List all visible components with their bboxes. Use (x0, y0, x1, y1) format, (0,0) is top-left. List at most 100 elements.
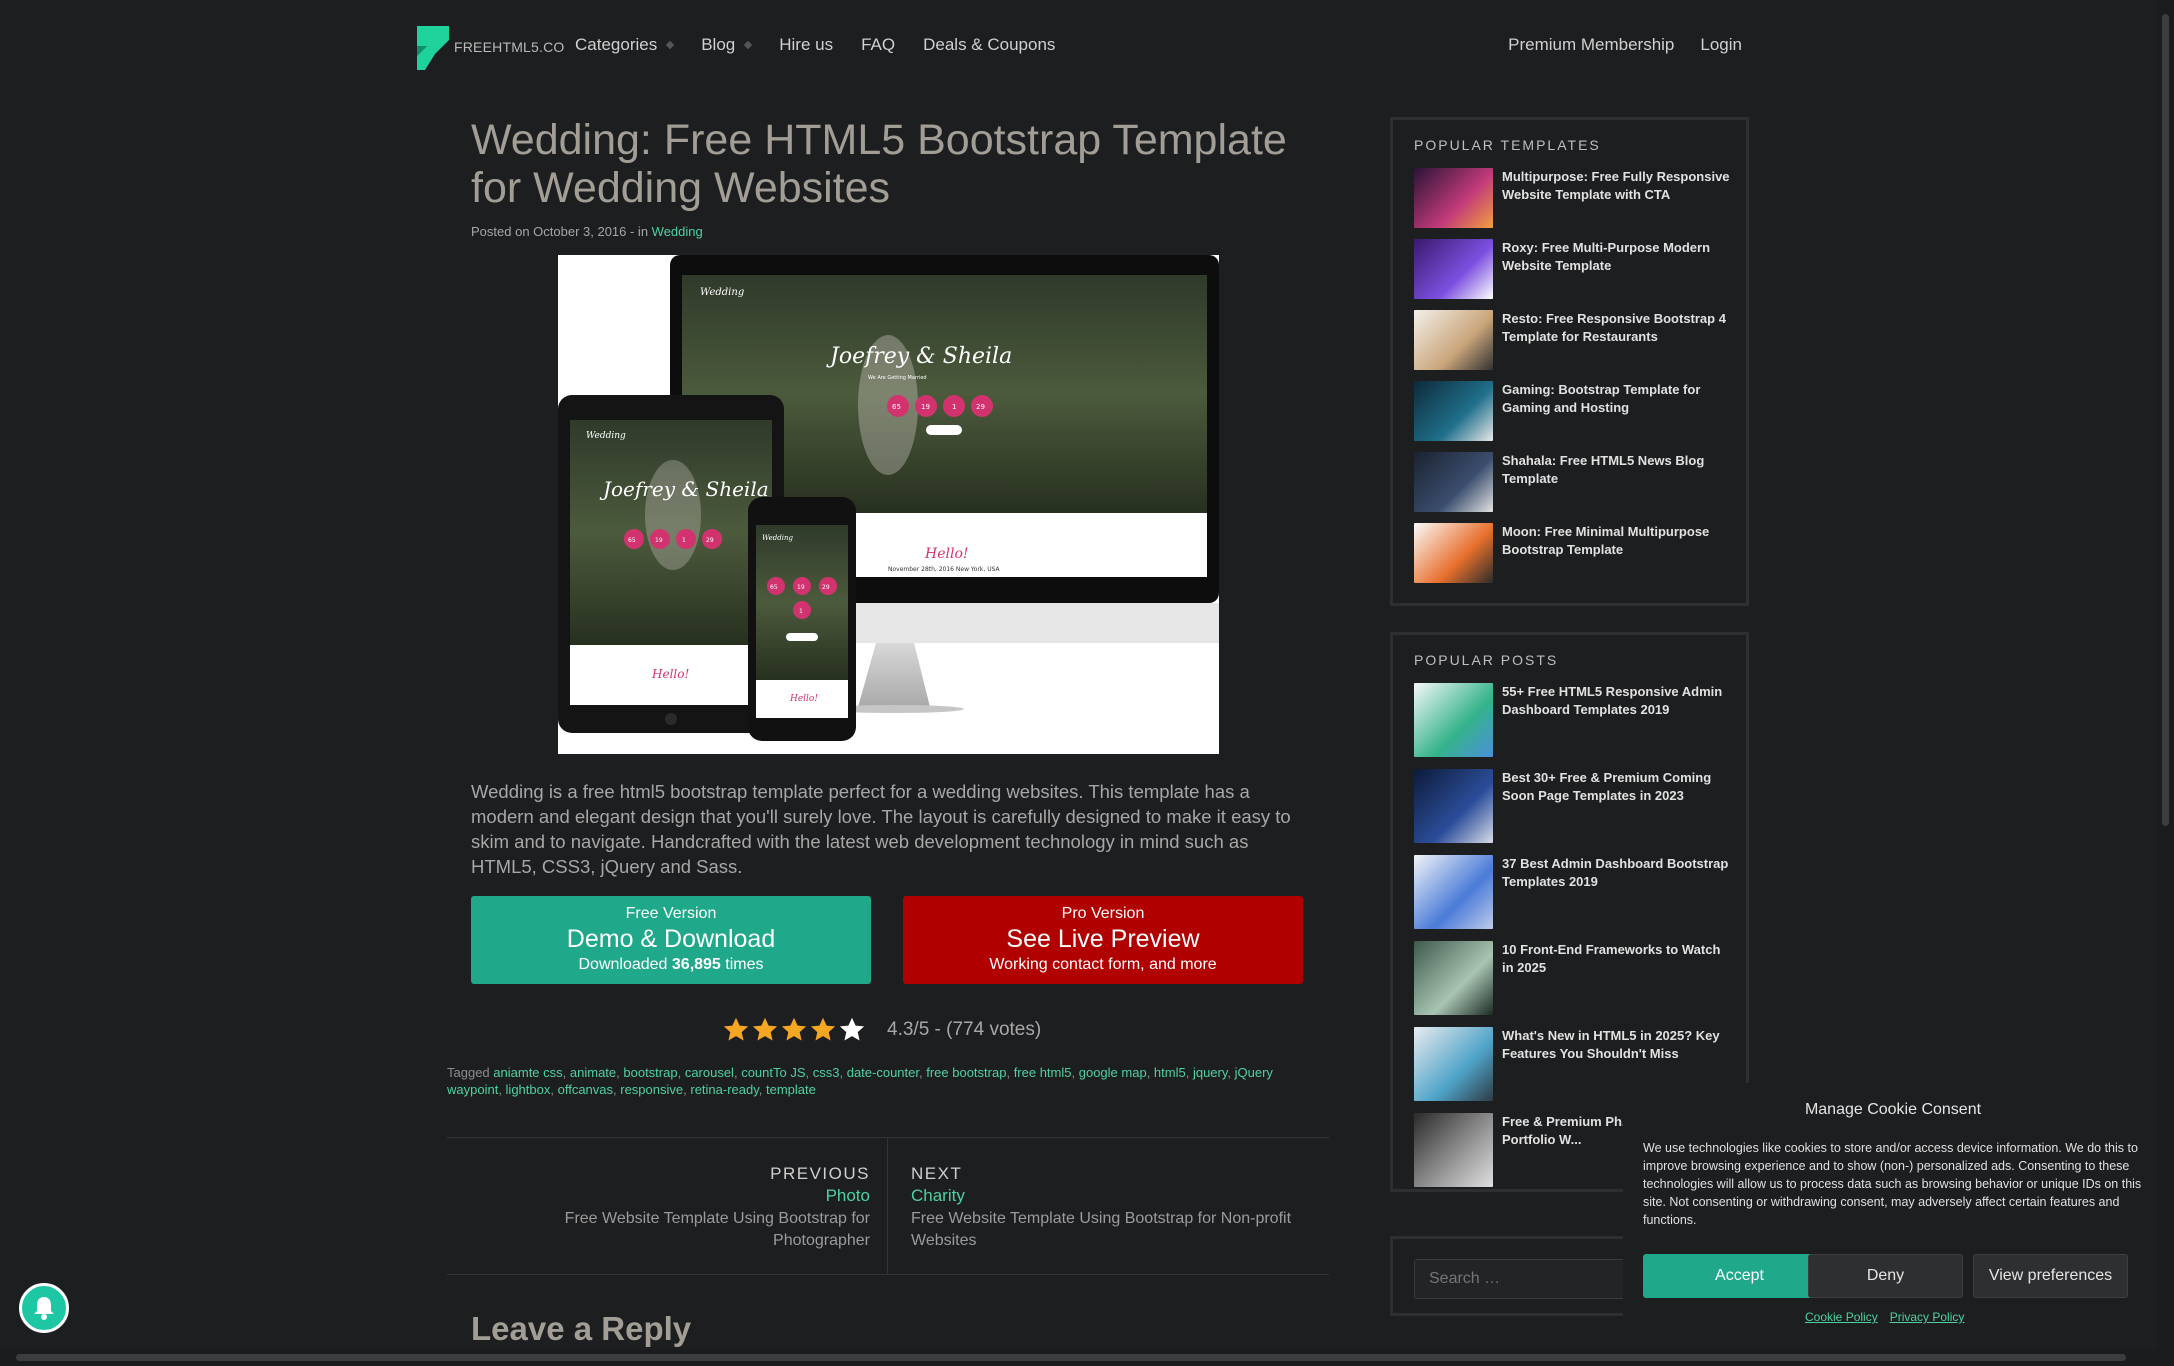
tag-link[interactable]: css3 (813, 1065, 840, 1080)
nav-label: FAQ (861, 35, 896, 54)
tag-link[interactable]: responsive (620, 1082, 683, 1097)
nav-categories[interactable]: Categories (575, 35, 675, 55)
cookie-preferences-button[interactable]: View preferences (1973, 1254, 2128, 1298)
tag-link[interactable]: google map (1079, 1065, 1147, 1080)
sidebar-list-item[interactable]: Multipurpose: Free Fully Responsive Webs… (1414, 168, 1734, 228)
nav-hire-us[interactable]: Hire us (779, 35, 833, 55)
previous-post-title[interactable]: Photo (510, 1186, 870, 1206)
sidebar-item-title[interactable]: Gaming: Bootstrap Template for Gaming an… (1502, 381, 1734, 441)
popular-templates-list: Multipurpose: Free Fully Responsive Webs… (1414, 168, 1734, 594)
next-post-link[interactable]: NEXT Charity Free Website Template Using… (911, 1164, 1311, 1252)
tag-link[interactable]: lightbox (506, 1082, 551, 1097)
template-preview-image[interactable]: Wedding Joefrey & Sheila We Are Getting … (558, 255, 1219, 754)
freehtml5-logo-icon[interactable] (417, 26, 449, 70)
download-count-line: Downloaded 36,895 times (578, 956, 764, 973)
tag-link[interactable]: template (766, 1082, 816, 1097)
thumbnail-image[interactable] (1414, 168, 1493, 228)
horizontal-scroll-thumb[interactable] (16, 1354, 2126, 1361)
thumbnail-image[interactable] (1414, 941, 1493, 1015)
thumbnail-image[interactable] (1414, 523, 1493, 583)
login-link[interactable]: Login (1700, 35, 1742, 55)
post-nav-divider (887, 1138, 888, 1275)
star-rating[interactable] (722, 1016, 867, 1044)
demo-download-button[interactable]: Free Version Demo & Download Downloaded … (471, 896, 871, 984)
post-meta: Posted on October 3, 2016 - in Wedding (471, 224, 703, 239)
vertical-scroll-thumb[interactable] (2162, 14, 2169, 826)
popular-templates-widget: POPULAR TEMPLATES Multipurpose: Free Ful… (1390, 117, 1749, 606)
svg-text:65: 65 (892, 403, 901, 411)
horizontal-scrollbar[interactable] (0, 1349, 2157, 1366)
thumbnail-image[interactable] (1414, 1113, 1493, 1187)
thumbnail-image[interactable] (1414, 769, 1493, 843)
logo-text[interactable]: FREEHTML5.CO (454, 39, 565, 55)
sidebar-list-item[interactable]: Best 30+ Free & Premium Coming Soon Page… (1414, 769, 1734, 843)
sidebar-list-item[interactable]: 10 Front-End Frameworks to Watch in 2025 (1414, 941, 1734, 1015)
post-tags: Tagged aniamte css, animate, bootstrap, … (447, 1065, 1273, 1097)
thumbnail-image[interactable] (1414, 381, 1493, 441)
tag-link[interactable]: countTo JS (741, 1065, 805, 1080)
star-icon[interactable] (838, 1016, 866, 1044)
thumbnail-image[interactable] (1414, 310, 1493, 370)
live-preview-button[interactable]: Pro Version See Live Preview Working con… (903, 896, 1303, 984)
notification-bell-button[interactable] (19, 1283, 69, 1333)
tag-link[interactable]: aniamte css (493, 1065, 562, 1080)
sidebar-list-item[interactable]: Resto: Free Responsive Bootstrap 4 Templ… (1414, 310, 1734, 370)
sidebar-item-title[interactable]: 10 Front-End Frameworks to Watch in 2025 (1502, 941, 1734, 1015)
thumbnail-image[interactable] (1414, 683, 1493, 757)
svg-text:1: 1 (952, 403, 956, 411)
tag-link[interactable]: retina-ready (690, 1082, 758, 1097)
main-nav: Categories Blog Hire us FAQ Deals & Coup… (575, 35, 1083, 55)
star-icon[interactable] (809, 1016, 837, 1044)
thumbnail-image[interactable] (1414, 239, 1493, 299)
vertical-scrollbar[interactable] (2157, 0, 2174, 1366)
tag-link[interactable]: html5 (1154, 1065, 1186, 1080)
thumbnail-image[interactable] (1414, 1027, 1493, 1101)
sidebar-list-item[interactable]: 55+ Free HTML5 Responsive Admin Dashboar… (1414, 683, 1734, 757)
sidebar-item-title[interactable]: Roxy: Free Multi-Purpose Modern Website … (1502, 239, 1734, 299)
sidebar-list-item[interactable]: Roxy: Free Multi-Purpose Modern Website … (1414, 239, 1734, 299)
cookie-policy-link[interactable]: Cookie Policy (1805, 1310, 1878, 1324)
sidebar-item-title[interactable]: 55+ Free HTML5 Responsive Admin Dashboar… (1502, 683, 1734, 757)
tag-link[interactable]: free html5 (1014, 1065, 1072, 1080)
search-input[interactable] (1414, 1259, 1644, 1299)
nav-faq[interactable]: FAQ (861, 35, 895, 55)
sidebar-item-title[interactable]: Multipurpose: Free Fully Responsive Webs… (1502, 168, 1734, 228)
tag-link[interactable]: free bootstrap (926, 1065, 1006, 1080)
star-icon[interactable] (780, 1016, 808, 1044)
next-post-title[interactable]: Charity (911, 1186, 1311, 1206)
cookie-deny-button[interactable]: Deny (1808, 1254, 1963, 1298)
hero-desktop-brand: Wedding (700, 287, 744, 298)
sidebar-list-item[interactable]: 37 Best Admin Dashboard Bootstrap Templa… (1414, 855, 1734, 929)
post-title: Wedding: Free HTML5 Bootstrap Template f… (471, 116, 1287, 212)
post-category-link[interactable]: Wedding (652, 224, 703, 239)
privacy-policy-link[interactable]: Privacy Policy (1890, 1310, 1965, 1324)
tag-link[interactable]: date-counter (847, 1065, 919, 1080)
sidebar-item-title[interactable]: Moon: Free Minimal Multipurpose Bootstra… (1502, 523, 1734, 583)
tag-link[interactable]: carousel (685, 1065, 734, 1080)
tag-link[interactable]: jquery (1193, 1065, 1227, 1080)
tag-link[interactable]: offcanvas (558, 1082, 613, 1097)
nav-deals[interactable]: Deals & Coupons (923, 35, 1055, 55)
leave-reply-heading: Leave a Reply (471, 1310, 692, 1347)
hero-tablet-brand: Wedding (586, 431, 626, 441)
sidebar-item-title[interactable]: Best 30+ Free & Premium Coming Soon Page… (1502, 769, 1734, 843)
sidebar-item-title[interactable]: Shahala: Free HTML5 News Blog Template (1502, 452, 1734, 512)
nav-label: Blog (701, 35, 736, 54)
sidebar-list-item[interactable]: Moon: Free Minimal Multipurpose Bootstra… (1414, 523, 1734, 583)
pro-version-label: Pro Version (1061, 905, 1145, 922)
premium-membership-link[interactable]: Premium Membership (1508, 35, 1674, 55)
hero-phone-brand: Wedding (762, 534, 793, 542)
sidebar-item-title[interactable]: 37 Best Admin Dashboard Bootstrap Templa… (1502, 855, 1734, 929)
star-icon[interactable] (751, 1016, 779, 1044)
sidebar-list-item[interactable]: Gaming: Bootstrap Template for Gaming an… (1414, 381, 1734, 441)
nav-blog[interactable]: Blog (701, 35, 753, 55)
sidebar-list-item[interactable]: Shahala: Free HTML5 News Blog Template (1414, 452, 1734, 512)
previous-post-link[interactable]: PREVIOUS Photo Free Website Template Usi… (510, 1164, 870, 1252)
nav-label: Deals & Coupons (923, 35, 1056, 54)
tag-link[interactable]: animate (570, 1065, 616, 1080)
sidebar-item-title[interactable]: Resto: Free Responsive Bootstrap 4 Templ… (1502, 310, 1734, 370)
star-icon[interactable] (722, 1016, 750, 1044)
thumbnail-image[interactable] (1414, 855, 1493, 929)
tag-link[interactable]: bootstrap (623, 1065, 677, 1080)
thumbnail-image[interactable] (1414, 452, 1493, 512)
